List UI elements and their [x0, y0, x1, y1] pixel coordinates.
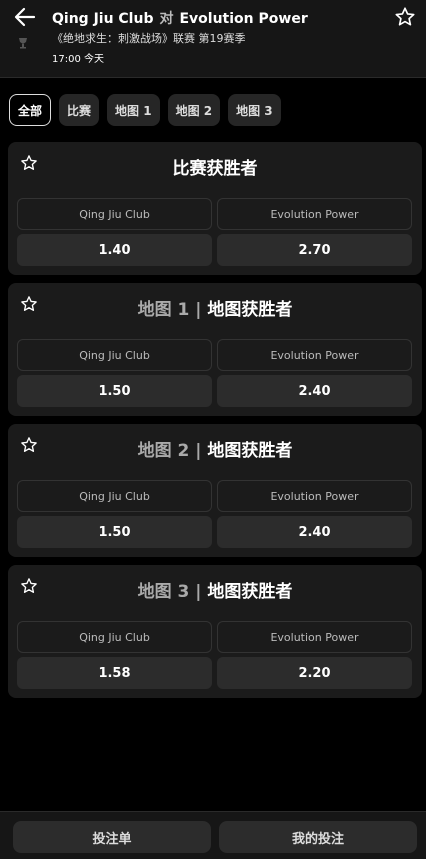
match-time: 17:00 今天: [52, 54, 104, 65]
tab-map-1[interactable]: 地图 1: [107, 94, 160, 126]
market-name: 地图获胜者: [207, 582, 293, 602]
tab-match[interactable]: 比赛: [59, 94, 100, 126]
away-odd-button[interactable]: 2.40: [217, 375, 412, 407]
betslip-button[interactable]: 投注单: [13, 821, 211, 853]
market-title: 地图 3 | 地图获胜者: [8, 577, 422, 602]
market-tabs: 全部 比赛 地图 1 地图 2 地图 3: [9, 94, 281, 126]
market-name: 比赛获胜者: [172, 159, 258, 179]
market-name: 地图获胜者: [207, 441, 293, 461]
team-home-name: Qing Jiu Club: [52, 11, 154, 27]
match-header: Qing Jiu Club 对 Evolution Power 《绝地求生：刺激战场…: [0, 0, 426, 78]
away-odd-button[interactable]: 2.70: [217, 234, 412, 266]
market-map-prefix: 地图 1 |: [137, 300, 208, 320]
away-team-label: Evolution Power: [217, 339, 412, 371]
back-arrow-icon[interactable]: [12, 6, 38, 28]
market-title: 比赛获胜者: [8, 154, 422, 179]
league-logo-icon: [19, 38, 27, 49]
home-odd-button[interactable]: 1.50: [17, 516, 212, 548]
match-title: Qing Jiu Club 对 Evolution Power: [52, 8, 308, 28]
bottom-bar: 投注单 我的投注: [0, 811, 426, 859]
home-team-label: Qing Jiu Club: [17, 198, 212, 230]
home-odd-button[interactable]: 1.40: [17, 234, 212, 266]
team-away-name: Evolution Power: [179, 11, 308, 27]
market-name: 地图获胜者: [207, 300, 293, 320]
home-odd-button[interactable]: 1.50: [17, 375, 212, 407]
tab-map-3[interactable]: 地图 3: [228, 94, 281, 126]
home-team-label: Qing Jiu Club: [17, 339, 212, 371]
market-title: 地图 1 | 地图获胜者: [8, 295, 422, 320]
away-odd-button[interactable]: 2.20: [217, 657, 412, 689]
market-card-match-winner: 比赛获胜者 Qing Jiu Club Evolution Power 1.40…: [8, 142, 422, 275]
away-team-label: Evolution Power: [217, 198, 412, 230]
league-name: 《绝地求生：刺激战场》联赛 第19赛季: [52, 32, 246, 45]
home-team-label: Qing Jiu Club: [17, 480, 212, 512]
tab-all[interactable]: 全部: [9, 94, 52, 126]
market-title: 地图 2 | 地图获胜者: [8, 436, 422, 461]
market-card-map-2-winner: 地图 2 | 地图获胜者 Qing Jiu Club Evolution Pow…: [8, 424, 422, 557]
favorite-star-icon[interactable]: [394, 6, 416, 28]
home-team-label: Qing Jiu Club: [17, 621, 212, 653]
versus-label: 对: [159, 11, 174, 27]
away-team-label: Evolution Power: [217, 480, 412, 512]
my-bets-button[interactable]: 我的投注: [219, 821, 417, 853]
market-card-map-1-winner: 地图 1 | 地图获胜者 Qing Jiu Club Evolution Pow…: [8, 283, 422, 416]
away-team-label: Evolution Power: [217, 621, 412, 653]
tab-map-2[interactable]: 地图 2: [167, 94, 221, 126]
market-card-map-3-winner: 地图 3 | 地图获胜者 Qing Jiu Club Evolution Pow…: [8, 565, 422, 698]
market-map-prefix: 地图 3 |: [137, 582, 208, 602]
home-odd-button[interactable]: 1.58: [17, 657, 212, 689]
away-odd-button[interactable]: 2.40: [217, 516, 412, 548]
market-map-prefix: 地图 2 |: [137, 441, 208, 461]
